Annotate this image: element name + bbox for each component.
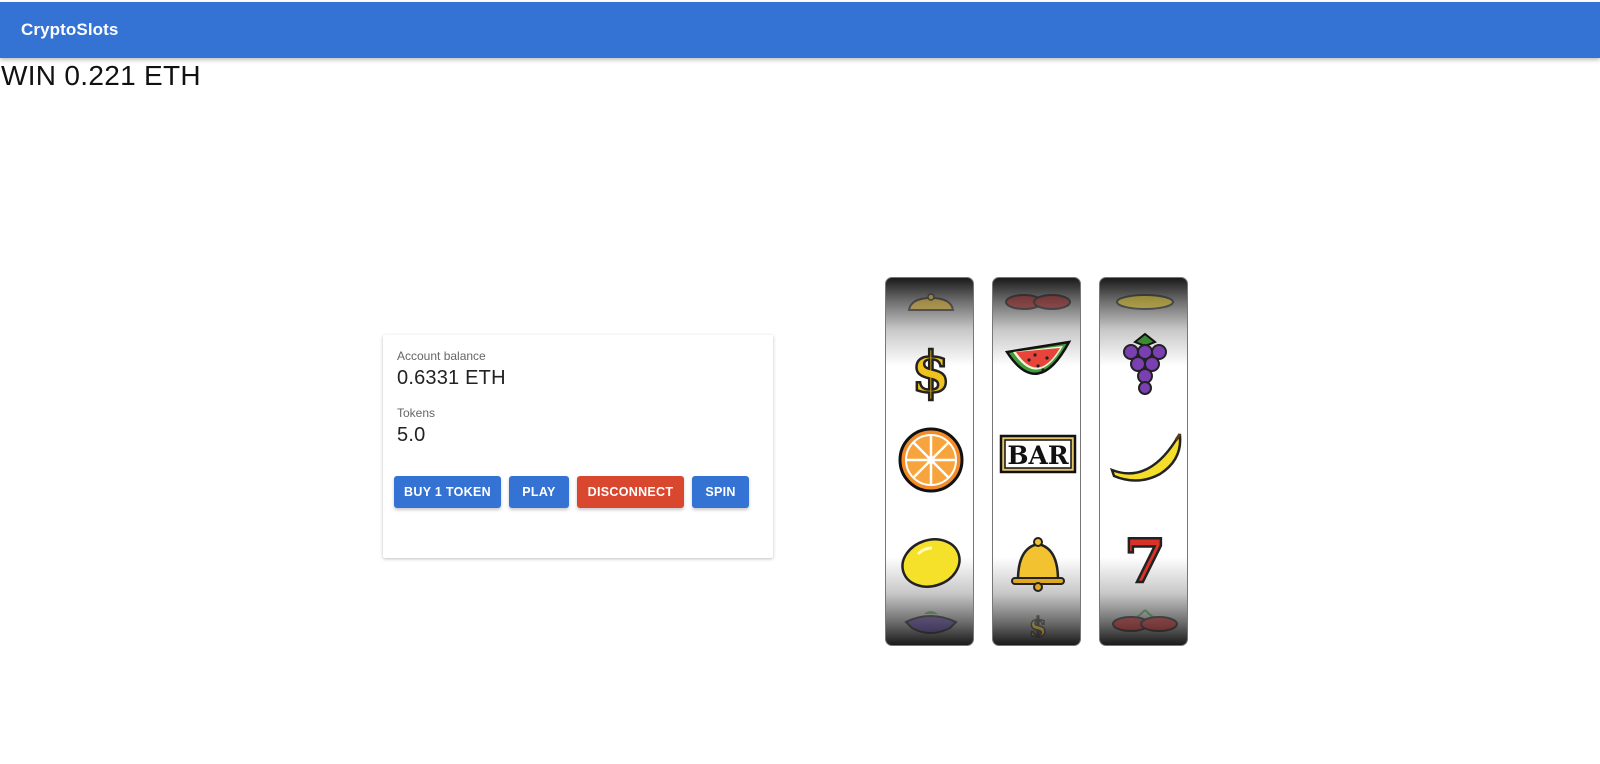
lemon-icon bbox=[886, 534, 973, 590]
grapes-icon bbox=[1100, 332, 1187, 396]
bell-icon bbox=[886, 290, 973, 314]
cherries-icon bbox=[993, 292, 1080, 312]
orange-icon bbox=[886, 426, 973, 494]
action-buttons: BUY 1 TOKEN PLAY DISCONNECT SPIN bbox=[394, 476, 757, 508]
app-bar: CryptoSlots bbox=[0, 2, 1600, 58]
app-title: CryptoSlots bbox=[21, 20, 119, 39]
banana-icon bbox=[1100, 430, 1187, 482]
seven-symbol-text: 7 bbox=[1124, 528, 1166, 588]
win-message: WIN 0.221 ETH bbox=[1, 60, 201, 91]
slot-reel-2: BAR $ bbox=[992, 277, 1081, 646]
cherries-icon bbox=[1100, 608, 1187, 632]
balance-value: 0.6331 ETH bbox=[397, 367, 506, 389]
grapes-icon bbox=[886, 608, 973, 640]
slot-reel-1: $ bbox=[885, 277, 974, 646]
account-card: Account balance 0.6331 ETH Tokens 5.0 BU… bbox=[383, 335, 773, 558]
bell-icon bbox=[993, 534, 1080, 592]
balance-label: Account balance bbox=[397, 349, 486, 363]
seven-icon: 7 bbox=[1100, 528, 1187, 588]
tokens-label: Tokens bbox=[397, 406, 436, 420]
svg-text:$: $ bbox=[1028, 614, 1046, 638]
watermelon-icon bbox=[993, 338, 1080, 384]
dollar-icon: $ bbox=[993, 614, 1080, 638]
dollar-icon: $ bbox=[886, 338, 973, 402]
lemon-icon bbox=[1100, 292, 1187, 312]
disconnect-button[interactable]: DISCONNECT bbox=[577, 476, 684, 508]
buy-token-button[interactable]: BUY 1 TOKEN bbox=[394, 476, 501, 508]
play-button[interactable]: PLAY bbox=[509, 476, 569, 508]
tokens-value: 5.0 bbox=[397, 424, 426, 446]
bar-icon: BAR bbox=[993, 434, 1080, 474]
slot-reel-3: 7 bbox=[1099, 277, 1188, 646]
bar-symbol-text: BAR bbox=[1007, 441, 1069, 470]
svg-text:$: $ bbox=[911, 340, 950, 402]
spin-button[interactable]: SPIN bbox=[692, 476, 749, 508]
